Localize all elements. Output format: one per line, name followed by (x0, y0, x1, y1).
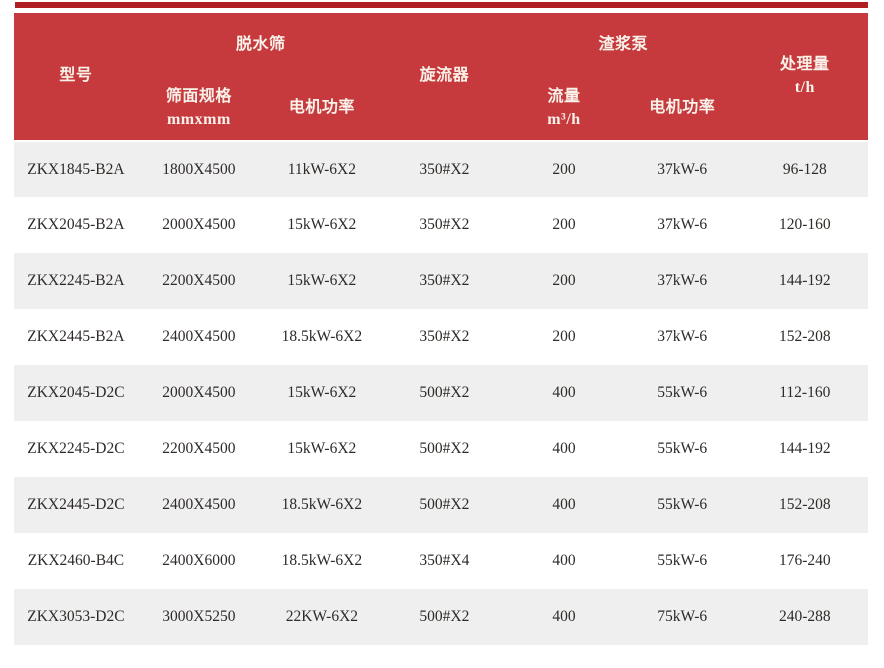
cell-screen-spec: 2200X4500 (138, 421, 260, 477)
cell-capacity: 144-192 (742, 253, 868, 309)
table-row: ZKX2245-D2C 2200X4500 15kW-6X2 500#X2 40… (14, 421, 868, 477)
cell-model: ZKX3053-D2C (14, 589, 138, 645)
cell-screen-motor-power: 15kW-6X2 (260, 197, 384, 253)
cell-screen-motor-power: 11kW-6X2 (260, 141, 384, 197)
cell-model: ZKX1845-B2A (14, 141, 138, 197)
cell-cyclone: 500#X2 (384, 477, 505, 533)
cell-model: ZKX2245-D2C (14, 421, 138, 477)
cell-model: ZKX2245-B2A (14, 253, 138, 309)
cell-model: ZKX2045-D2C (14, 365, 138, 421)
cell-screen-motor-power: 18.5kW-6X2 (260, 477, 384, 533)
header-slurry-pump-group: 渣浆泵 (505, 13, 742, 77)
table-row: ZKX3053-D2C 3000X5250 22KW-6X2 500#X2 40… (14, 589, 868, 645)
table-row: ZKX2045-D2C 2000X4500 15kW-6X2 500#X2 40… (14, 365, 868, 421)
cell-flow-rate: 400 (505, 365, 623, 421)
cell-flow-rate: 400 (505, 533, 623, 589)
cell-cyclone: 350#X2 (384, 197, 505, 253)
table-header: 型号 脱水筛 旋流器 渣浆泵 处理量 t/h 筛面规格 mmxmm 电机功率 流… (14, 13, 868, 141)
cell-pump-motor-power: 55kW-6 (623, 477, 742, 533)
cell-screen-spec: 2200X4500 (138, 253, 260, 309)
cell-flow-rate: 200 (505, 309, 623, 365)
cell-cyclone: 350#X4 (384, 533, 505, 589)
cell-capacity: 144-192 (742, 421, 868, 477)
cell-screen-spec: 2400X4500 (138, 309, 260, 365)
table-row: ZKX2045-B2A 2000X4500 15kW-6X2 350#X2 20… (14, 197, 868, 253)
cell-cyclone: 350#X2 (384, 141, 505, 197)
cell-screen-spec: 1800X4500 (138, 141, 260, 197)
header-screen-spec: 筛面规格 mmxmm (138, 77, 260, 141)
cell-pump-motor-power: 55kW-6 (623, 365, 742, 421)
header-model: 型号 (14, 13, 138, 141)
cell-screen-motor-power: 18.5kW-6X2 (260, 309, 384, 365)
cell-flow-rate: 400 (505, 589, 623, 645)
top-accent-bar (15, 2, 868, 8)
cell-capacity: 152-208 (742, 309, 868, 365)
product-spec-table: 型号 脱水筛 旋流器 渣浆泵 处理量 t/h 筛面规格 mmxmm 电机功率 流… (14, 13, 868, 645)
cell-flow-rate: 200 (505, 197, 623, 253)
header-pump-motor-power: 电机功率 (623, 77, 742, 141)
cell-capacity: 120-160 (742, 197, 868, 253)
cell-model: ZKX2445-B2A (14, 309, 138, 365)
table-row: ZKX2460-B4C 2400X6000 18.5kW-6X2 350#X4 … (14, 533, 868, 589)
cell-screen-motor-power: 22KW-6X2 (260, 589, 384, 645)
cell-capacity: 96-128 (742, 141, 868, 197)
cell-pump-motor-power: 37kW-6 (623, 197, 742, 253)
cell-screen-spec: 2000X4500 (138, 197, 260, 253)
cell-pump-motor-power: 75kW-6 (623, 589, 742, 645)
cell-capacity: 240-288 (742, 589, 868, 645)
cell-cyclone: 500#X2 (384, 421, 505, 477)
cell-pump-motor-power: 37kW-6 (623, 253, 742, 309)
header-screen-motor-power: 电机功率 (260, 77, 384, 141)
cell-pump-motor-power: 55kW-6 (623, 533, 742, 589)
page: 型号 脱水筛 旋流器 渣浆泵 处理量 t/h 筛面规格 mmxmm 电机功率 流… (0, 2, 884, 645)
cell-screen-motor-power: 18.5kW-6X2 (260, 533, 384, 589)
cell-screen-motor-power: 15kW-6X2 (260, 421, 384, 477)
cell-cyclone: 500#X2 (384, 365, 505, 421)
cell-cyclone: 350#X2 (384, 253, 505, 309)
table-row: ZKX1845-B2A 1800X4500 11kW-6X2 350#X2 20… (14, 141, 868, 197)
table-body: ZKX1845-B2A 1800X4500 11kW-6X2 350#X2 20… (14, 141, 868, 645)
cell-screen-spec: 2000X4500 (138, 365, 260, 421)
cell-model: ZKX2045-B2A (14, 197, 138, 253)
table-row: ZKX2445-D2C 2400X4500 18.5kW-6X2 500#X2 … (14, 477, 868, 533)
cell-pump-motor-power: 37kW-6 (623, 309, 742, 365)
cell-flow-rate: 400 (505, 421, 623, 477)
header-capacity: 处理量 t/h (742, 13, 868, 141)
cell-flow-rate: 200 (505, 253, 623, 309)
cell-screen-spec: 3000X5250 (138, 589, 260, 645)
cell-flow-rate: 200 (505, 141, 623, 197)
cell-cyclone: 500#X2 (384, 589, 505, 645)
cell-cyclone: 350#X2 (384, 309, 505, 365)
table-row: ZKX2245-B2A 2200X4500 15kW-6X2 350#X2 20… (14, 253, 868, 309)
cell-capacity: 112-160 (742, 365, 868, 421)
header-flow-rate: 流量 m³/h (505, 77, 623, 141)
cell-model: ZKX2445-D2C (14, 477, 138, 533)
header-cyclone: 旋流器 (384, 13, 505, 141)
cell-pump-motor-power: 55kW-6 (623, 421, 742, 477)
header-dewatering-screen-group: 脱水筛 (138, 13, 384, 77)
cell-screen-motor-power: 15kW-6X2 (260, 365, 384, 421)
cell-screen-spec: 2400X4500 (138, 477, 260, 533)
cell-model: ZKX2460-B4C (14, 533, 138, 589)
cell-capacity: 176-240 (742, 533, 868, 589)
cell-screen-spec: 2400X6000 (138, 533, 260, 589)
cell-capacity: 152-208 (742, 477, 868, 533)
cell-screen-motor-power: 15kW-6X2 (260, 253, 384, 309)
table-row: ZKX2445-B2A 2400X4500 18.5kW-6X2 350#X2 … (14, 309, 868, 365)
cell-flow-rate: 400 (505, 477, 623, 533)
cell-pump-motor-power: 37kW-6 (623, 141, 742, 197)
